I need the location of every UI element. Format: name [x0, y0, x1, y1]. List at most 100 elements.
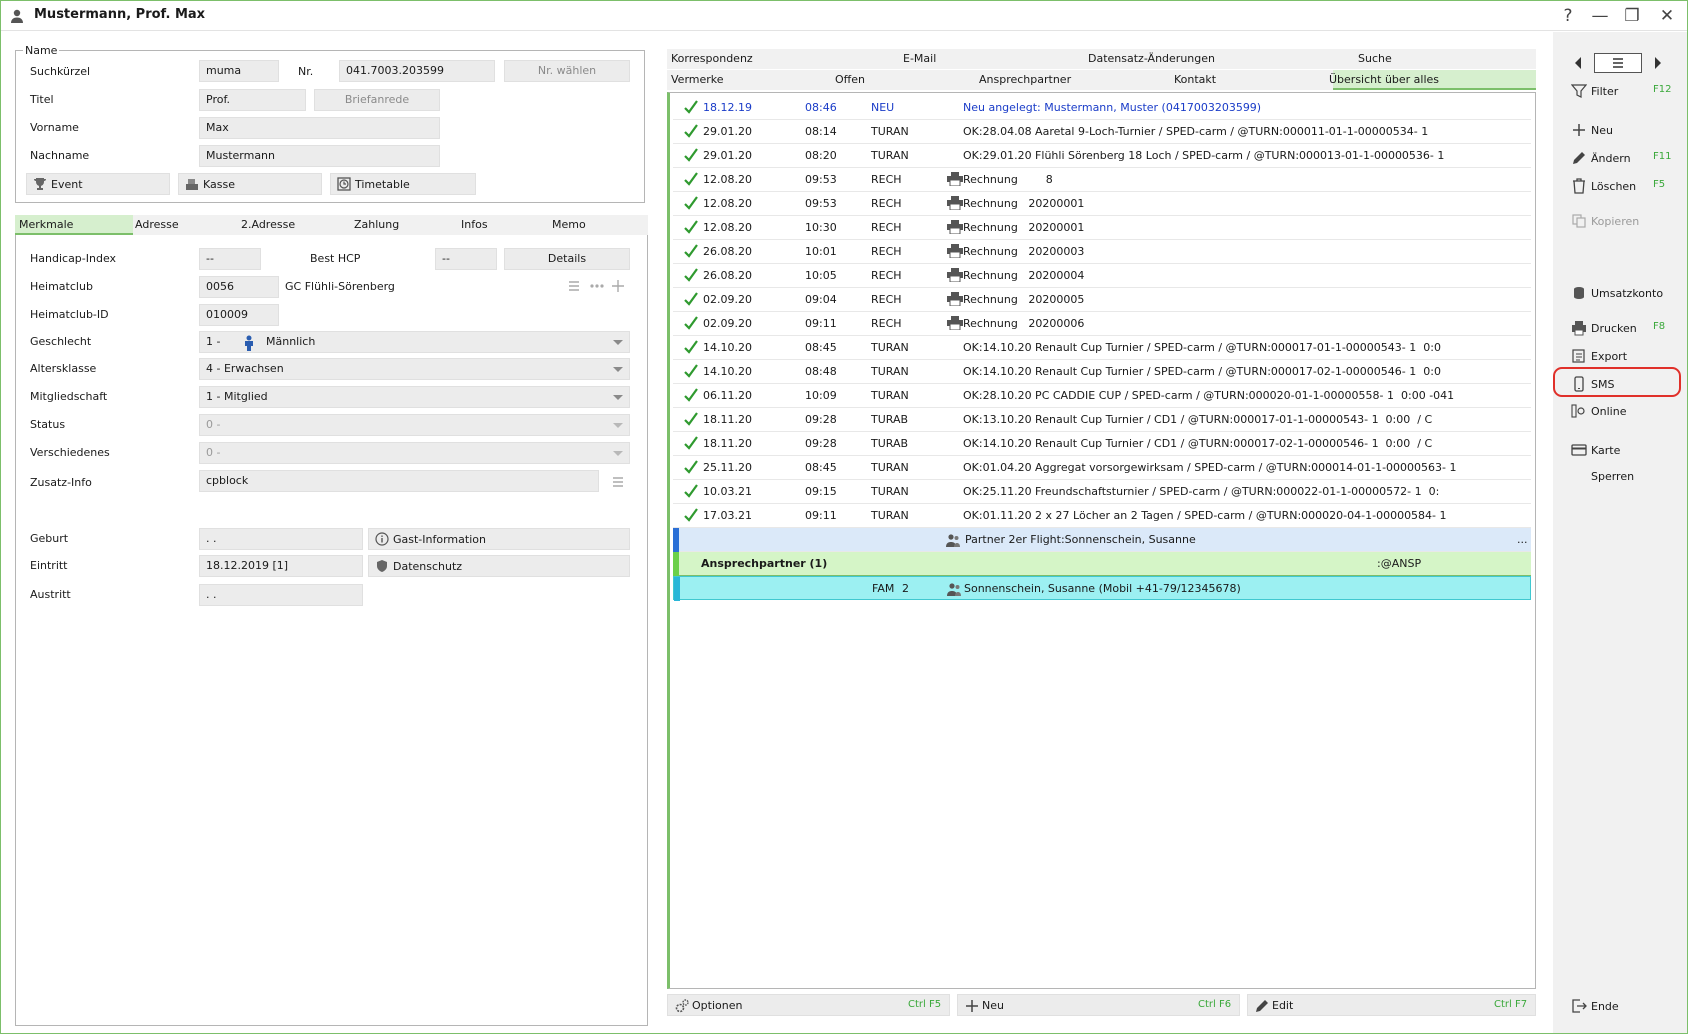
list-icon[interactable]: [611, 475, 625, 489]
titel-field[interactable]: Prof.: [199, 89, 306, 111]
list-row[interactable]: 26.08.20 10:05 RECH Rechnung 20200004: [673, 264, 1531, 288]
list-row[interactable]: 12.08.20 10:30 RECH Rechnung 20200001: [673, 216, 1531, 240]
list-row[interactable]: 12.08.20 09:53 RECH Rechnung 8: [673, 168, 1531, 192]
card-icon: [1571, 444, 1587, 456]
arrow-left-icon[interactable]: [1573, 56, 1583, 73]
mitgliedschaft-select[interactable]: 1 - Mitglied: [199, 386, 630, 408]
tab-suche[interactable]: Suche: [1358, 52, 1392, 65]
heimatclub-field[interactable]: 0056: [199, 276, 279, 298]
tab-vermerke[interactable]: Vermerke: [671, 73, 724, 86]
row-marker: [673, 552, 679, 576]
status-select[interactable]: 0 -: [199, 414, 630, 436]
close-icon[interactable]: ✕: [1656, 5, 1678, 27]
list-row[interactable]: 18.12.19 08:46 NEU Neu angelegt: Mustermann…: [673, 96, 1531, 120]
tab-zahlung[interactable]: Zahlung: [354, 215, 399, 235]
partner-row[interactable]: Partner 2er Flight:Sonnenschein, Susanne…: [673, 528, 1531, 552]
nachname-field[interactable]: Mustermann: [199, 145, 440, 167]
gears-icon: [675, 999, 689, 1013]
tab-adresse[interactable]: Adresse: [135, 215, 179, 235]
sperren-button[interactable]: Sperren: [1591, 470, 1634, 483]
kasse-label: Kasse: [203, 178, 235, 191]
row-date: 14.10.20: [703, 365, 752, 378]
nr-field[interactable]: 041.7003.203599: [339, 60, 495, 82]
export-button[interactable]: Export: [1571, 348, 1627, 364]
gast-information-button[interactable]: Gast-Information: [368, 528, 630, 550]
ansprechpartner-group-row[interactable]: Ansprechpartner (1):@ANSP: [673, 552, 1531, 576]
list-row[interactable]: 02.09.20 09:04 RECH Rechnung 20200005: [673, 288, 1531, 312]
plus-icon[interactable]: [611, 279, 625, 293]
list-row[interactable]: 18.11.20 09:28 TURAB OK:13.10.20 Renault Cu…: [673, 408, 1531, 432]
more-icon[interactable]: [588, 279, 606, 293]
list-row[interactable]: 18.11.20 09:28 TURAB OK:14.10.20 Renault Cu…: [673, 432, 1531, 456]
list-row[interactable]: 12.08.20 09:53 RECH Rechnung 20200001: [673, 192, 1531, 216]
tab-infos[interactable]: Infos: [461, 215, 488, 235]
karte-button[interactable]: Karte: [1571, 442, 1620, 458]
row-date: 12.08.20: [703, 221, 752, 234]
austritt-field[interactable]: . .: [199, 584, 363, 606]
nr-waehlen-button[interactable]: Nr. wählen: [504, 60, 630, 82]
tab-merkmale[interactable]: Merkmale: [15, 215, 133, 235]
geschlecht-select[interactable]: 1 - Männlich: [199, 331, 630, 353]
heimatclub-id-field[interactable]: 010009: [199, 304, 279, 326]
arrow-right-icon[interactable]: [1653, 56, 1663, 73]
altersklasse-select[interactable]: 4 - Erwachsen: [199, 358, 630, 380]
tab-2-adresse[interactable]: 2.Adresse: [241, 215, 295, 235]
filter-button[interactable]: Filter F12: [1571, 83, 1671, 99]
menu-icon[interactable]: [1594, 53, 1642, 73]
ende-button[interactable]: Ende: [1571, 998, 1619, 1014]
list-row[interactable]: 17.03.21 09:11 TURAN OK:01.11.20 2 x 27 Löc…: [673, 504, 1531, 528]
list-row[interactable]: 29.01.20 08:20 TURAN OK:29.01.20 Flühli Sör…: [673, 144, 1531, 168]
tab-ansprechpartner[interactable]: Ansprechpartner: [979, 73, 1071, 86]
eintritt-field[interactable]: 18.12.2019 [1]: [199, 555, 363, 577]
list-icon[interactable]: [567, 279, 581, 293]
event-button[interactable]: Event: [26, 173, 170, 195]
umsatzkonto-button[interactable]: Umsatzkonto: [1571, 285, 1663, 301]
tab-email[interactable]: E-Mail: [903, 52, 936, 65]
details-button[interactable]: Details: [504, 248, 630, 270]
verschiedenes-select[interactable]: 0 -: [199, 442, 630, 464]
timetable-button[interactable]: Timetable: [330, 173, 476, 195]
list-row[interactable]: 29.01.20 08:14 TURAN OK:28.04.08 Aaretal 9-…: [673, 120, 1531, 144]
handicap-field[interactable]: --: [199, 248, 261, 270]
neu-bottom-button[interactable]: Neu Ctrl F6: [957, 994, 1240, 1016]
list-row[interactable]: 26.08.20 10:01 RECH Rechnung 20200003: [673, 240, 1531, 264]
tab-kontakt[interactable]: Kontakt: [1174, 73, 1216, 86]
tab-memo[interactable]: Memo: [552, 215, 586, 235]
zusatz-field[interactable]: cpblock: [199, 470, 599, 492]
geburt-field[interactable]: . .: [199, 528, 363, 550]
list-row[interactable]: 02.09.20 09:11 RECH Rechnung 20200006: [673, 312, 1531, 336]
tab-korrespondenz[interactable]: Korrespondenz: [671, 52, 753, 65]
edit-button[interactable]: Edit Ctrl F7: [1247, 994, 1536, 1016]
suchkuerzel-field[interactable]: muma: [199, 60, 279, 82]
kasse-button[interactable]: Kasse: [178, 173, 322, 195]
list-row[interactable]: 14.10.20 08:45 TURAN OK:14.10.20 Renault Cu…: [673, 336, 1531, 360]
help-icon[interactable]: ?: [1557, 5, 1579, 27]
restore-icon[interactable]: ❐: [1621, 5, 1643, 27]
briefanrede-button[interactable]: Briefanrede: [314, 89, 440, 111]
karte-label: Karte: [1591, 444, 1621, 457]
pencil-icon: [1573, 152, 1585, 164]
neu-button[interactable]: Neu: [1571, 122, 1613, 138]
list-row[interactable]: 06.11.20 10:09 TURAN OK:28.10.20 PC CADDIE …: [673, 384, 1531, 408]
drucken-button[interactable]: Drucken F8: [1571, 320, 1665, 336]
list-row[interactable]: 14.10.20 08:48 TURAN OK:14.10.20 Renault Cu…: [673, 360, 1531, 384]
loeschen-button[interactable]: Löschen F5: [1571, 178, 1665, 194]
kopieren-button[interactable]: Kopieren: [1571, 213, 1639, 229]
vorname-field[interactable]: Max: [199, 117, 440, 139]
row-date: 18.11.20: [703, 437, 752, 450]
row-type: TURAN: [871, 125, 909, 138]
list-row[interactable]: 25.11.20 08:45 TURAN OK:01.04.20 Aggregat v…: [673, 456, 1531, 480]
tab-uebersicht[interactable]: Übersicht über alles: [1329, 73, 1439, 86]
minimize-icon[interactable]: —: [1589, 5, 1611, 27]
online-button[interactable]: Online: [1571, 403, 1626, 419]
tab-offen[interactable]: Offen: [835, 73, 865, 86]
aendern-button[interactable]: Ändern F11: [1571, 150, 1671, 166]
fam-contact-row[interactable]: FAM 2 Sonnenschein, Susanne (Mobil +41-79/…: [673, 576, 1531, 601]
row-text: Rechnung 20200001: [963, 197, 1085, 210]
tab-datensatz-aenderungen[interactable]: Datensatz-Änderungen: [1088, 52, 1215, 65]
check-icon: [683, 435, 699, 451]
optionen-button[interactable]: Optionen Ctrl F5: [667, 994, 950, 1016]
list-row[interactable]: 10.03.21 09:15 TURAN OK:25.11.20 Freundscha…: [673, 480, 1531, 504]
datenschutz-button[interactable]: Datenschutz: [368, 555, 630, 577]
besthcp-field[interactable]: --: [435, 248, 497, 270]
